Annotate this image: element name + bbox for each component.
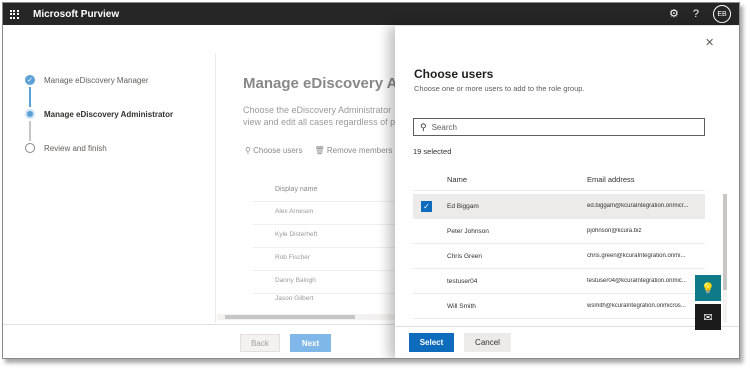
check-icon: ✓ bbox=[25, 75, 35, 85]
row-divider bbox=[253, 224, 395, 225]
panel-subtitle: Choose one or more users to add to the r… bbox=[414, 84, 585, 93]
vertical-scrollbar[interactable] bbox=[723, 194, 727, 322]
choose-users-button[interactable]: ⚲ Choose users bbox=[245, 146, 302, 155]
list-item[interactable]: Will Smith wsmith@kcuraIntegration.onmic… bbox=[413, 294, 705, 319]
choose-users-panel: ✕ Choose users Choose one or more users … bbox=[395, 26, 739, 358]
list-item[interactable]: ✓ Ed Biggam ed.biggam@kcuraIntegration.o… bbox=[413, 194, 705, 219]
divider bbox=[215, 53, 216, 323]
step-label: Manage eDiscovery Administrator bbox=[44, 109, 174, 119]
search-box[interactable]: ⚲ bbox=[413, 118, 705, 136]
choose-users-label: Choose users bbox=[253, 146, 303, 155]
select-button[interactable]: Select bbox=[409, 333, 454, 352]
wizard-stepper: ✓ Manage eDiscovery Manager Manage eDisc… bbox=[25, 73, 173, 155]
scrollbar-thumb[interactable] bbox=[225, 315, 355, 319]
users-list: ✓ Ed Biggam ed.biggam@kcuraIntegration.o… bbox=[413, 194, 705, 319]
back-button[interactable]: Back bbox=[240, 334, 280, 352]
page-description: Choose the eDiscovery Administrator view… bbox=[243, 104, 403, 128]
selected-count: 19 selected bbox=[413, 147, 452, 156]
help-lightbulb-icon[interactable]: 💡 bbox=[695, 275, 721, 301]
checkbox-checked[interactable]: ✓ bbox=[421, 200, 432, 212]
remove-members-label: Remove members bbox=[326, 146, 393, 155]
user-email: ed.biggam@kcuraIntegration.onmicr... bbox=[587, 203, 689, 209]
user-email: chris.green@kcuraIntegration.onmi... bbox=[587, 253, 686, 259]
row-divider bbox=[253, 293, 395, 294]
table-row[interactable]: Kyle Disterheft bbox=[275, 223, 317, 246]
panel-footer-divider bbox=[395, 326, 739, 327]
row-divider bbox=[253, 247, 395, 248]
app-window: Microsoft Purview ⚙ ? EB ✓ Manage eDisco… bbox=[2, 2, 740, 359]
user-name: Will Smith bbox=[447, 302, 476, 310]
user-name: Ed Biggam bbox=[447, 202, 479, 210]
footer-divider bbox=[3, 324, 395, 325]
user-name: testuser04 bbox=[447, 277, 478, 285]
close-icon[interactable]: ✕ bbox=[705, 36, 714, 49]
table-row[interactable]: Danny Balogh bbox=[275, 269, 317, 292]
search-icon: ⚲ bbox=[420, 121, 427, 132]
user-name: Peter Johnson bbox=[447, 227, 489, 235]
user-email: wsmith@kcuraIntegration.onmicros... bbox=[587, 303, 686, 309]
app-title: Microsoft Purview bbox=[33, 8, 120, 20]
person-icon: ⚲ bbox=[245, 146, 251, 155]
next-button[interactable]: Next bbox=[290, 334, 331, 352]
row-divider bbox=[253, 270, 395, 271]
column-header-display-name[interactable]: Display name bbox=[275, 186, 317, 200]
panel-title: Choose users bbox=[414, 67, 494, 81]
column-header-name[interactable]: Name bbox=[447, 175, 467, 184]
current-step-icon bbox=[25, 109, 35, 119]
feedback-icon[interactable]: ✉ bbox=[695, 304, 721, 330]
description-line: view and edit all cases regardless of p bbox=[243, 117, 396, 127]
wizard-step-administrator[interactable]: Manage eDiscovery Administrator bbox=[25, 107, 173, 121]
app-launcher-icon[interactable] bbox=[3, 3, 25, 25]
list-header: Name Email address bbox=[413, 169, 705, 191]
horizontal-scrollbar[interactable] bbox=[217, 314, 395, 320]
user-email: pjohnson@kcura.biz bbox=[587, 228, 642, 234]
step-label: Review and finish bbox=[44, 143, 107, 153]
question-icon[interactable]: ? bbox=[693, 8, 699, 20]
column-header-email[interactable]: Email address bbox=[587, 175, 635, 184]
row-divider bbox=[253, 201, 395, 202]
table-row[interactable]: Alex Arnesen bbox=[275, 200, 317, 223]
main-toolbar: ⚲ Choose users 🗑 Remove members bbox=[245, 146, 392, 155]
pending-step-icon bbox=[25, 143, 35, 153]
user-name: Chris Green bbox=[447, 252, 483, 260]
list-item[interactable]: Peter Johnson pjohnson@kcura.biz bbox=[413, 219, 705, 244]
search-input[interactable] bbox=[431, 122, 682, 132]
user-email: testuser04@kcuraIntegration.onmic... bbox=[587, 278, 687, 284]
step-connector bbox=[29, 87, 31, 107]
wizard-step-review[interactable]: Review and finish bbox=[25, 141, 173, 155]
scrollbar-thumb[interactable] bbox=[723, 194, 727, 290]
members-table: Display name Alex Arnesen Kyle Disterhef… bbox=[275, 186, 317, 302]
gear-icon[interactable]: ⚙ bbox=[669, 8, 679, 20]
remove-members-button[interactable]: 🗑 Remove members bbox=[314, 146, 392, 155]
cancel-button[interactable]: Cancel bbox=[464, 333, 511, 352]
list-item[interactable]: testuser04 testuser04@kcuraIntegration.o… bbox=[413, 269, 705, 294]
top-bar: Microsoft Purview ⚙ ? EB bbox=[3, 3, 739, 25]
step-label: Manage eDiscovery Manager bbox=[44, 75, 149, 85]
description-line: Choose the eDiscovery Administrator bbox=[243, 105, 392, 115]
trash-icon: 🗑 bbox=[314, 146, 325, 155]
wizard-step-manager[interactable]: ✓ Manage eDiscovery Manager bbox=[25, 73, 173, 87]
list-item[interactable]: Chris Green chris.green@kcuraIntegration… bbox=[413, 244, 705, 269]
table-row[interactable]: Rob Fischer bbox=[275, 246, 317, 269]
avatar[interactable]: EB bbox=[713, 5, 731, 23]
step-connector bbox=[29, 121, 31, 141]
